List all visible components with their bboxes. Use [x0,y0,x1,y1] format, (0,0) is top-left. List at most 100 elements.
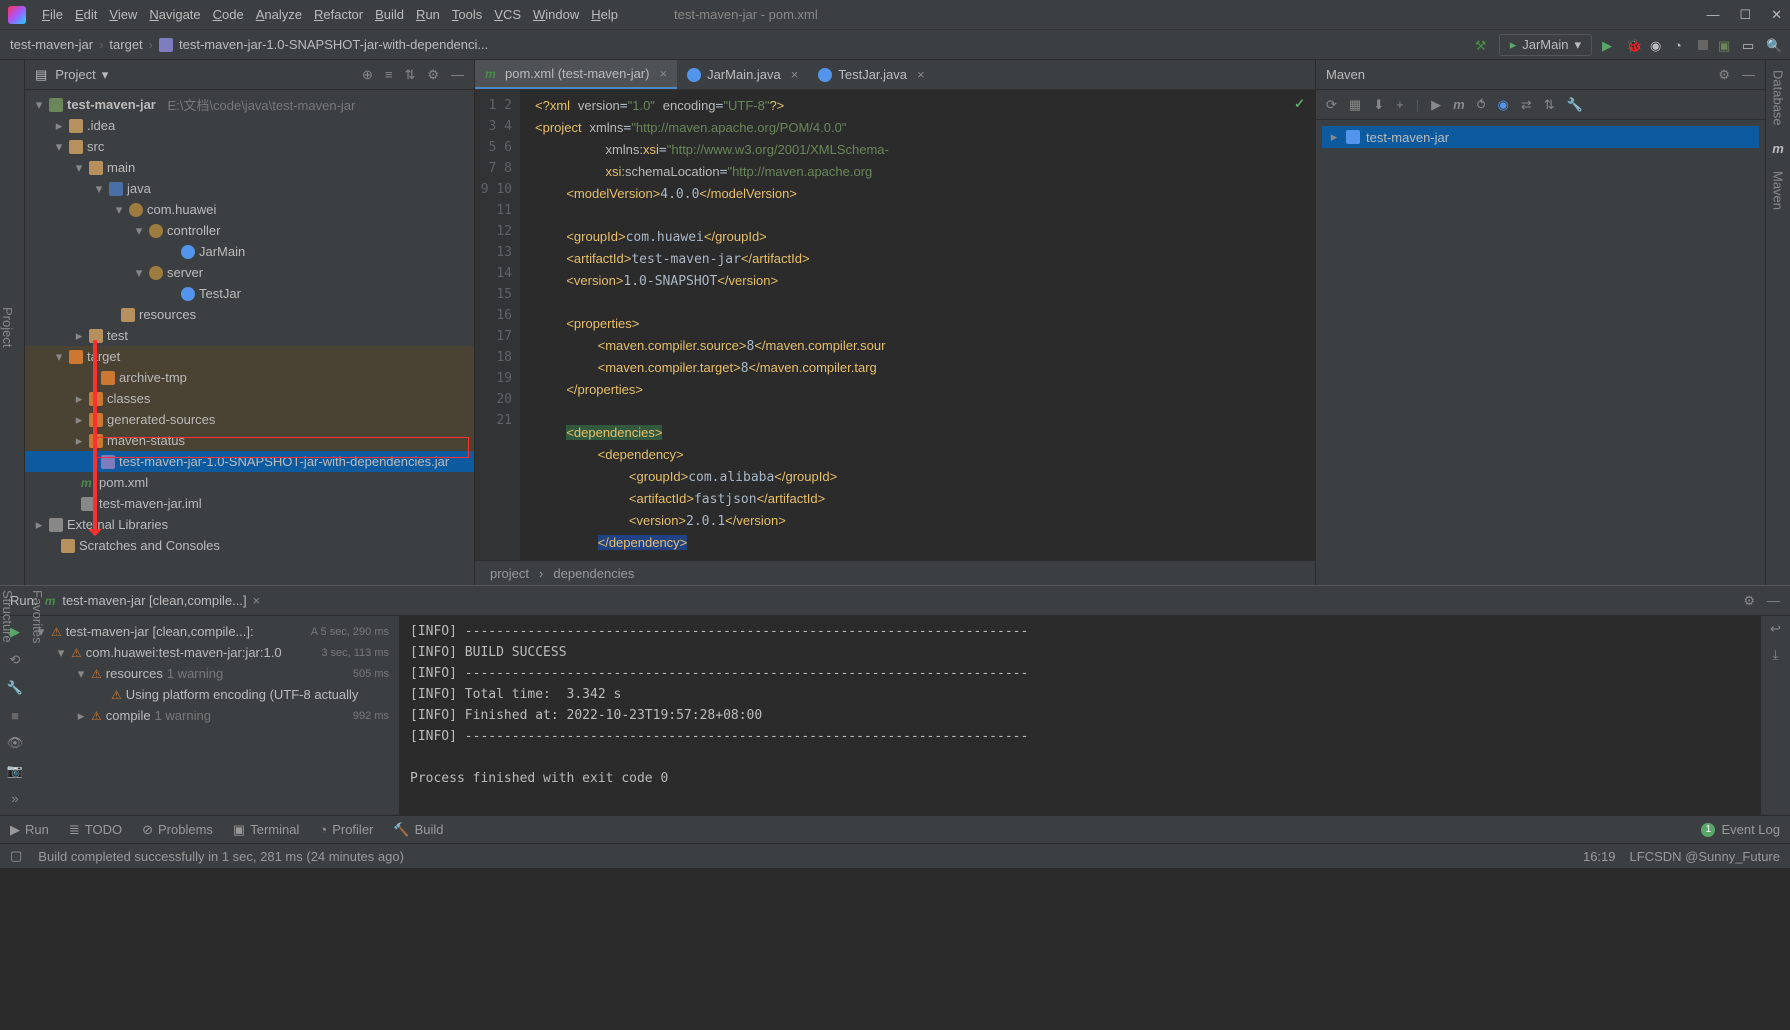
hide-icon[interactable]: — [1767,593,1780,609]
dependencies-icon[interactable]: ⇄ [1521,97,1532,113]
tool-window-icon[interactable]: ▢ [10,848,22,864]
database-tool-button[interactable]: Database [1771,70,1786,126]
close-tab-icon[interactable]: × [253,593,261,608]
editor-body[interactable]: ✓ 1 2 3 4 5 6 7 8 9 10 11 12 13 14 15 16… [475,90,1315,560]
minimize-icon[interactable]: — [1706,7,1719,23]
tree-node-extlib[interactable]: External Libraries [25,514,474,535]
tree-node-src[interactable]: src [25,136,474,157]
soft-wrap-icon[interactable]: ↩ [1770,621,1781,637]
code-content[interactable]: <?xml version="1.0" encoding="UTF-8"?> <… [520,90,1315,560]
bottom-tab-todo[interactable]: ≣TODO [69,822,122,838]
menu-file[interactable]: File [42,7,63,22]
wrench-icon[interactable]: 🔧 [1567,97,1583,113]
menu-run[interactable]: Run [416,7,440,22]
tree-node-test[interactable]: test [25,325,474,346]
tree-node-package[interactable]: com.huawei [25,199,474,220]
gear-icon[interactable]: ⚙ [427,67,439,83]
run-tree-row[interactable]: ⚠ compile 1 warning992 ms [35,705,394,726]
project-tree[interactable]: test-maven-jar E:\文档\code\java\test-mave… [25,90,474,585]
maven-tree[interactable]: test-maven-jar [1316,120,1765,154]
skip-tests-icon[interactable]: ⥀ [1477,97,1486,113]
menu-window[interactable]: Window [533,7,579,22]
close-tab-icon[interactable]: × [917,67,925,82]
bottom-tab-build[interactable]: 🔨Build [393,822,443,838]
select-opened-icon[interactable]: ⊕ [362,67,373,83]
tree-node-java[interactable]: java [25,178,474,199]
run-maven-icon[interactable]: ▶ [1431,97,1441,113]
run-icon[interactable]: ▶ [1602,38,1616,52]
project-tool-button[interactable]: Project [0,307,15,347]
layout-icon[interactable]: ▭ [1742,38,1756,52]
tree-node-archive[interactable]: archive-tmp [25,367,474,388]
tree-node-idea[interactable]: .idea [25,115,474,136]
menu-tools[interactable]: Tools [452,7,482,22]
eye-icon[interactable]: 👁 [7,735,24,751]
run-tree-row[interactable]: ⚠ Using platform encoding (UTF-8 actuall… [35,684,394,705]
build-icon[interactable]: ⚒ [1475,38,1489,52]
menu-view[interactable]: View [109,7,137,22]
editor-tab[interactable]: JarMain.java× [677,60,808,89]
menu-navigate[interactable]: Navigate [149,7,200,22]
bottom-tab-run[interactable]: ▶Run [10,822,49,838]
tree-node-iml[interactable]: test-maven-jar.iml [25,493,474,514]
generate-icon[interactable]: ▦ [1349,97,1361,113]
tree-node-classes[interactable]: classes [25,388,474,409]
run-tree-row[interactable]: ⚠ com.huawei:test-maven-jar:jar:1.03 sec… [35,642,394,663]
scroll-icon[interactable]: ⤓ [1773,647,1779,663]
debug-icon[interactable]: 🐞 [1626,38,1640,52]
tree-node-target[interactable]: target [25,346,474,367]
tree-node-resources[interactable]: resources [25,304,474,325]
download-icon[interactable]: ⬇ [1373,97,1384,113]
breadcrumb-file[interactable]: test-maven-jar-1.0-SNAPSHOT-jar-with-dep… [179,37,488,52]
hide-icon[interactable]: — [451,67,464,83]
maven-project-node[interactable]: test-maven-jar [1322,126,1759,148]
project-panel-title[interactable]: Project ▾ [55,67,108,83]
tree-node-pom[interactable]: mpom.xml [25,472,474,493]
inspection-ok-icon[interactable]: ✓ [1294,96,1305,112]
gear-icon[interactable]: ⚙ [1743,593,1755,609]
coverage-icon[interactable]: ◉ [1650,38,1664,52]
crumb-project[interactable]: project [490,566,529,581]
run-tab[interactable]: test-maven-jar [clean,compile...] [62,593,246,608]
favorites-tool-button[interactable]: Favorites [30,590,45,643]
menu-build[interactable]: Build [375,7,404,22]
wrench-icon[interactable]: 🔧 [7,680,23,696]
stop-icon[interactable]: ■ [11,708,19,723]
tree-node-jarmain[interactable]: JarMain [25,241,474,262]
close-tab-icon[interactable]: × [791,67,799,82]
tree-node-main[interactable]: main [25,157,474,178]
structure-tool-button[interactable]: Structure [0,590,15,643]
search-icon[interactable]: 🔍 [1766,38,1780,52]
menu-refactor[interactable]: Refactor [314,7,363,22]
vcs-icon[interactable]: ▣ [1718,38,1732,52]
tree-root[interactable]: test-maven-jar E:\文档\code\java\test-mave… [25,94,474,115]
hide-icon[interactable]: — [1742,67,1755,83]
gear-icon[interactable]: ⚙ [1718,67,1730,83]
expand-all-icon[interactable]: ≡ [385,67,393,83]
stop-icon[interactable] [1698,40,1708,50]
toggle-icon[interactable]: ⟲ [10,652,21,668]
collapse-all-icon[interactable]: ⇅ [404,67,415,83]
profiler-icon[interactable]: ◔ [1674,38,1688,52]
console-output[interactable]: [INFO] ---------------------------------… [400,586,1760,815]
event-log-button[interactable]: Event Log [1721,822,1780,837]
crumb-dependencies[interactable]: dependencies [553,566,634,581]
breadcrumb-folder[interactable]: target [109,37,142,52]
collapse-icon[interactable]: ⇅ [1544,97,1555,113]
run-tree-row[interactable]: ⚠ resources 1 warning505 ms [35,663,394,684]
bottom-tab-terminal[interactable]: ▣Terminal [233,822,299,838]
close-tab-icon[interactable]: × [659,66,667,81]
tree-node-server[interactable]: server [25,262,474,283]
maven-tool-icon[interactable]: m [1772,141,1784,156]
m-icon[interactable]: m [1453,97,1465,112]
maximize-icon[interactable]: ☐ [1739,7,1751,23]
tree-node-mavenstatus[interactable]: maven-status [25,430,474,451]
close-icon[interactable]: ✕ [1771,7,1782,23]
tree-node-scratch[interactable]: Scratches and Consoles [25,535,474,556]
bottom-tab-problems[interactable]: ⊘Problems [142,822,213,838]
tree-node-testjar[interactable]: TestJar [25,283,474,304]
run-config-selector[interactable]: ▸ JarMain ▾ [1499,34,1592,56]
breadcrumb-project[interactable]: test-maven-jar [10,37,93,52]
maven-tool-button[interactable]: Maven [1771,171,1786,210]
run-tree[interactable]: ⚠ test-maven-jar [clean,compile...]:A 5 … [30,616,399,731]
